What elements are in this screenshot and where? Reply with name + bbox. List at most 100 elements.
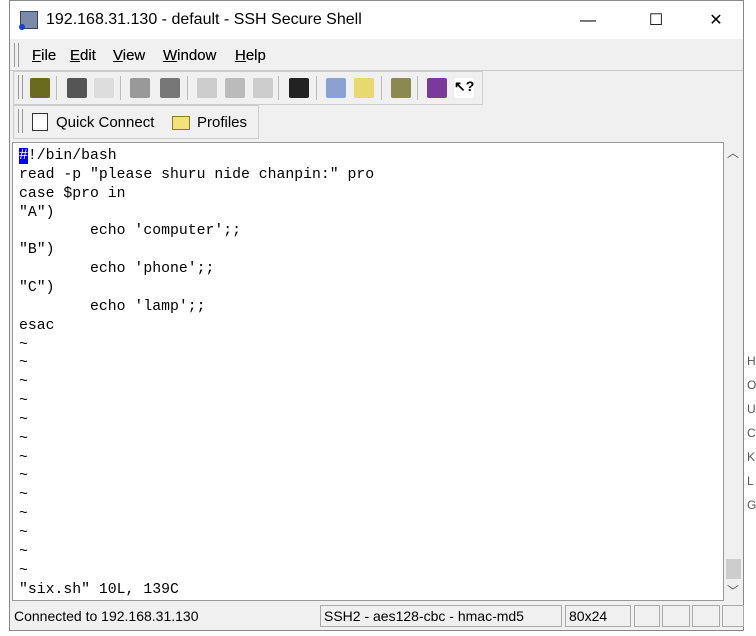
help-book-icon[interactable] <box>427 78 447 98</box>
menu-mnemonic-overlay: Edit <box>70 47 96 64</box>
menu-view[interactable]: View View <box>113 47 145 64</box>
terminal-line: ~ <box>19 525 28 541</box>
menu-label-rest: elp <box>245 47 266 64</box>
terminal-line: ~ <box>19 543 28 560</box>
toolbar-separator <box>381 76 382 100</box>
new-file-transfer-icon[interactable] <box>354 78 374 98</box>
menu-bar: File File Edit Edit View View Window Window Help… <box>10 40 743 71</box>
quick-connect-icon <box>32 113 48 131</box>
print-icon[interactable] <box>67 78 87 98</box>
terminal-line: #!/bin/bash <box>19 147 117 166</box>
status-bar: Connected to 192.168.31.130 SSH2 - aes12… <box>10 604 744 630</box>
minimize-button[interactable]: — <box>565 7 611 35</box>
close-button[interactable]: ✕ <box>693 7 739 35</box>
terminal-line: read -p "please shuru nide chanpin:" pro <box>19 166 375 183</box>
toolbar-separator <box>187 76 188 100</box>
menu-label-rest: ile <box>41 47 57 64</box>
terminal-line: ~ <box>19 487 28 504</box>
terminal-line: ~ <box>19 374 28 391</box>
menu-mnemonic: H <box>235 47 246 64</box>
terminal-line: case $pro in <box>19 185 126 202</box>
terminal-line: ~ <box>19 506 28 523</box>
menu-mnemonic: V <box>113 47 123 64</box>
print-preview-icon[interactable] <box>94 78 114 98</box>
menu-file[interactable]: File File <box>32 47 56 64</box>
menu-mnemonic-overlay: File <box>32 47 56 64</box>
background-text: G <box>747 498 756 512</box>
background-text: U <box>747 402 756 416</box>
menu-mnemonic-overlay: View <box>113 47 145 64</box>
status-panel <box>634 605 660 627</box>
menu-edit[interactable]: Edit Edit <box>70 47 96 64</box>
save-icon[interactable] <box>30 78 50 98</box>
connect-icon[interactable] <box>130 78 150 98</box>
settings-icon[interactable] <box>391 78 411 98</box>
terminal-line: esac <box>19 317 55 334</box>
quick-connect-bar: Quick Connect Profiles <box>13 105 259 139</box>
scrollbar[interactable]: ︿ ﹀ <box>724 142 743 601</box>
background-text: K <box>747 450 756 464</box>
copy-icon[interactable] <box>197 78 217 98</box>
menu-mnemonic: E <box>70 47 81 64</box>
scroll-down-icon[interactable]: ﹀ <box>727 582 739 599</box>
terminal-line: ~ <box>19 562 28 579</box>
cipher-status: SSH2 - aes128-cbc - hmac-md5 <box>320 605 562 627</box>
scroll-up-icon[interactable]: ︿ <box>727 144 739 161</box>
find-icon[interactable] <box>289 78 309 98</box>
context-help-icon[interactable]: ↖? <box>454 78 474 98</box>
cursor: # <box>19 148 28 164</box>
menu-label-rest: dit <box>80 47 96 64</box>
toolbar-separator <box>278 76 279 100</box>
menu-mnemonic: W <box>163 47 178 64</box>
scroll-thumb[interactable] <box>726 559 741 579</box>
terminal-size: 80x24 <box>565 605 631 627</box>
terminal-line: "C") <box>19 279 55 296</box>
terminal[interactable]: #!/bin/bash read -p "please shuru nide ch… <box>12 142 724 601</box>
toolbar: ↖? <box>13 71 483 105</box>
new-terminal-icon[interactable] <box>326 78 346 98</box>
terminal-line: ~ <box>19 430 28 447</box>
resize-grip[interactable] <box>722 605 744 627</box>
background-text: H <box>747 354 756 368</box>
line-text: !/bin/bash <box>27 148 117 164</box>
disconnect-icon[interactable] <box>160 78 180 98</box>
grip-handle[interactable] <box>18 75 23 99</box>
paste-icon[interactable] <box>225 78 245 98</box>
menu-mnemonic-overlay: Help <box>235 47 266 64</box>
terminal-line: ~ <box>19 449 28 466</box>
toolbar-separator <box>56 76 57 100</box>
folder-icon <box>172 116 190 130</box>
maximize-button[interactable]: ☐ <box>633 7 679 35</box>
menu-label-rest: indow <box>177 47 217 64</box>
app-icon <box>19 11 38 30</box>
toolbar-separator <box>316 76 317 100</box>
toolbar-separator <box>417 76 418 100</box>
menu-mnemonic-overlay: Window <box>163 47 216 64</box>
terminal-line: ~ <box>19 355 28 372</box>
background-window-edge: HOUCKLG <box>744 0 756 636</box>
terminal-line: "A") <box>19 204 55 221</box>
quick-connect-button[interactable]: Quick Connect <box>56 114 154 131</box>
background-text: C <box>747 426 756 440</box>
ssh-window: 192.168.31.130 - default - SSH Secure Sh… <box>9 0 744 631</box>
terminal-line: echo 'lamp';; <box>19 298 206 315</box>
terminal-line: echo 'computer';; <box>19 223 241 240</box>
menu-help[interactable]: Help Help <box>235 47 266 64</box>
terminal-line: ~ <box>19 468 28 485</box>
menu-window[interactable]: Window Window <box>163 47 216 64</box>
status-panel <box>692 605 720 627</box>
terminal-line: ~ <box>19 393 28 410</box>
background-text: O <box>747 378 756 392</box>
terminal-line: ~ <box>19 336 28 353</box>
title-bar: 192.168.31.130 - default - SSH Secure Sh… <box>10 1 743 39</box>
paste-disabled-icon[interactable] <box>253 78 273 98</box>
terminal-line: echo 'phone';; <box>19 261 215 278</box>
grip-handle[interactable] <box>18 109 23 133</box>
background-text: L <box>747 474 754 488</box>
grip-handle[interactable] <box>14 43 19 67</box>
connection-status: Connected to 192.168.31.130 <box>10 605 318 627</box>
profiles-button[interactable]: Profiles <box>197 114 247 131</box>
menu-mnemonic: F <box>32 47 42 64</box>
menu-label-rest: iew <box>122 47 146 64</box>
terminal-line: "B") <box>19 242 55 259</box>
